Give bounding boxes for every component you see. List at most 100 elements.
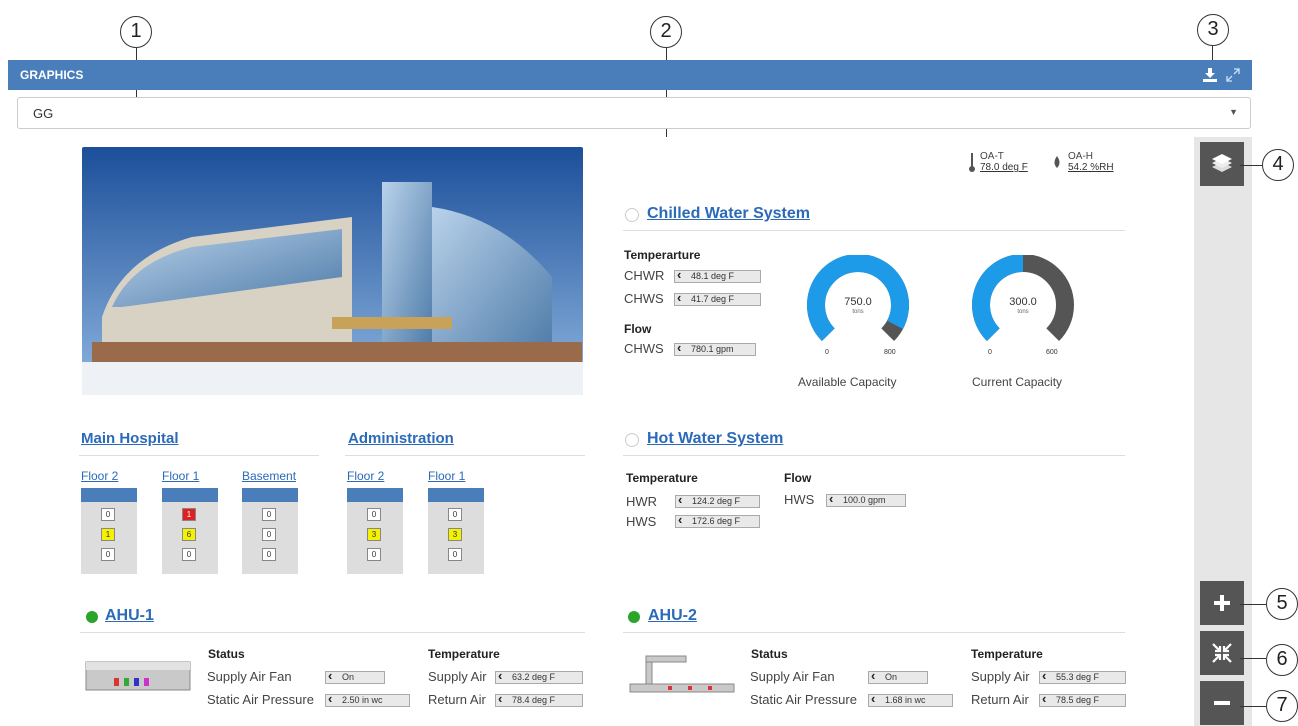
- chwr-value[interactable]: 48.1 deg F: [674, 270, 761, 283]
- gauge-2-label: Current Capacity: [972, 375, 1063, 389]
- hws-temp-value[interactable]: 172.6 deg F: [675, 515, 760, 528]
- oa-humidity-value[interactable]: 54.2 %RH: [1068, 162, 1114, 173]
- hwr-value[interactable]: 124.2 deg F: [675, 495, 760, 508]
- floor-card[interactable]: 1 6 0: [162, 488, 218, 574]
- download-icon[interactable]: [1202, 68, 1218, 82]
- oa-temp-label: OA-T: [980, 151, 1004, 162]
- alarm-count-cell: 0: [448, 508, 462, 521]
- ahu-1-title[interactable]: AHU-1: [105, 607, 154, 625]
- gauge-1-label: Available Capacity: [798, 375, 897, 389]
- ahu-1-status-indicator: [86, 611, 98, 623]
- ahu-2-pressure-label: Static Air Pressure: [750, 692, 857, 707]
- ahu-2-supply-label: Supply Air: [971, 669, 1030, 684]
- hot-water-title[interactable]: Hot Water System: [647, 430, 783, 448]
- ahu-2-status-indicator: [628, 611, 640, 623]
- hws-flow-label: HWS: [784, 492, 815, 507]
- ahu-2-return-value[interactable]: 78.5 deg F: [1039, 694, 1126, 707]
- chilled-flow-heading: Flow: [624, 322, 652, 336]
- minus-icon: [1214, 701, 1230, 705]
- gauge-1-unit: tons: [852, 309, 864, 315]
- gauge-2-max: 600: [1046, 349, 1058, 356]
- callout-5: 5: [1266, 588, 1298, 620]
- floor-card[interactable]: 0 3 0: [347, 488, 403, 574]
- floor-card[interactable]: 0 0 0: [242, 488, 298, 574]
- ahu-1-return-value[interactable]: 78.4 deg F: [495, 694, 583, 707]
- chws-temp-label: CHWS: [624, 291, 664, 306]
- zoom-out-button[interactable]: [1200, 681, 1244, 725]
- graphic-selector[interactable]: GG ▼: [17, 97, 1251, 129]
- floor-link[interactable]: Floor 2: [81, 469, 118, 483]
- chilled-temp-heading: Temperarture: [624, 248, 701, 262]
- floor-card[interactable]: 0 3 0: [428, 488, 484, 574]
- gauge-2-min: 0: [988, 349, 992, 356]
- callout-7: 7: [1266, 690, 1298, 722]
- callout-2: 2: [650, 16, 682, 48]
- callout-1: 1: [120, 16, 152, 48]
- chilled-water-title[interactable]: Chilled Water System: [647, 205, 810, 223]
- alarm-count-cell: 1: [101, 528, 115, 541]
- ahu-1-supply-value[interactable]: 63.2 deg F: [495, 671, 583, 684]
- hot-status-indicator: [625, 433, 639, 447]
- callout-4-leader: [1240, 165, 1262, 166]
- hws-temp-label: HWS: [626, 514, 657, 529]
- chilled-divider: [623, 230, 1125, 231]
- ahu-1-status-heading: Status: [208, 647, 245, 661]
- alarm-count-cell: 0: [262, 528, 276, 541]
- gauge-1-value: 750.0: [844, 296, 872, 308]
- zoom-in-button[interactable]: [1200, 581, 1244, 625]
- oa-temp-value[interactable]: 78.0 deg F: [980, 162, 1028, 173]
- floor-card[interactable]: 0 1 0: [81, 488, 137, 574]
- ahu-1-return-label: Return Air: [428, 692, 486, 707]
- alarm-count-cell: 0: [182, 548, 196, 561]
- chevron-down-icon: ▼: [1229, 107, 1238, 117]
- floor-link[interactable]: Floor 1: [428, 469, 465, 483]
- ahu-1-supply-label: Supply Air: [428, 669, 487, 684]
- alarm-count-cell: 0: [367, 548, 381, 561]
- ahu-2-supply-value[interactable]: 55.3 deg F: [1039, 671, 1126, 684]
- ahu-2-status-heading: Status: [751, 647, 788, 661]
- alarm-count-cell: 6: [182, 528, 196, 541]
- layers-icon: [1212, 154, 1232, 172]
- plus-icon: [1214, 595, 1230, 611]
- gauge-2-unit: tons: [1017, 309, 1029, 315]
- administration-title[interactable]: Administration: [348, 430, 454, 447]
- ahu-1-pressure-label: Static Air Pressure: [207, 692, 314, 707]
- alarm-count-cell: 3: [367, 528, 381, 541]
- floor-link[interactable]: Floor 2: [347, 469, 384, 483]
- alarm-count-cell: 0: [448, 548, 462, 561]
- ahu-2-pressure-value[interactable]: 1.68 in wc: [868, 694, 953, 707]
- floor-link[interactable]: Floor 1: [162, 469, 199, 483]
- ahu-2-title[interactable]: AHU-2: [648, 607, 697, 625]
- building-photo: [82, 147, 583, 395]
- gauge-1-max: 800: [884, 349, 896, 356]
- expand-icon[interactable]: [1226, 68, 1240, 82]
- compress-icon: [1212, 643, 1232, 663]
- chws-temp-value[interactable]: 41.7 deg F: [674, 293, 761, 306]
- main-hospital-title[interactable]: Main Hospital: [81, 430, 179, 447]
- gauge-1-min: 0: [825, 349, 829, 356]
- main-hospital-divider: [79, 455, 319, 456]
- ahu-2-fan-value[interactable]: On: [868, 671, 928, 684]
- ahu-2-unit-image: [629, 655, 735, 693]
- callout-4: 4: [1262, 149, 1294, 181]
- ahu-2-divider: [623, 632, 1125, 633]
- ahu-1-fan-value[interactable]: On: [325, 671, 385, 684]
- ahu-1-divider: [80, 632, 585, 633]
- thermometer-icon: [969, 153, 975, 172]
- alarm-count-cell: 0: [262, 548, 276, 561]
- hot-temp-heading: Temperature: [626, 471, 698, 485]
- layers-button[interactable]: [1200, 142, 1244, 186]
- gauge-2-value: 300.0: [1009, 296, 1037, 308]
- ahu-2-temp-heading: Temperature: [971, 647, 1043, 661]
- hot-divider: [623, 455, 1125, 456]
- hwr-label: HWR: [626, 494, 658, 509]
- floor-link[interactable]: Basement: [242, 469, 296, 483]
- alarm-count-cell: 0: [101, 508, 115, 521]
- alarm-count-cell: 0: [101, 548, 115, 561]
- hws-flow-value[interactable]: 100.0 gpm: [826, 494, 906, 507]
- fit-to-screen-button[interactable]: [1200, 631, 1244, 675]
- ahu-1-pressure-value[interactable]: 2.50 in wc: [325, 694, 410, 707]
- chws-flow-value[interactable]: 780.1 gpm: [674, 343, 756, 356]
- callout-3: 3: [1197, 14, 1229, 46]
- ahu-1-temp-heading: Temperature: [428, 647, 500, 661]
